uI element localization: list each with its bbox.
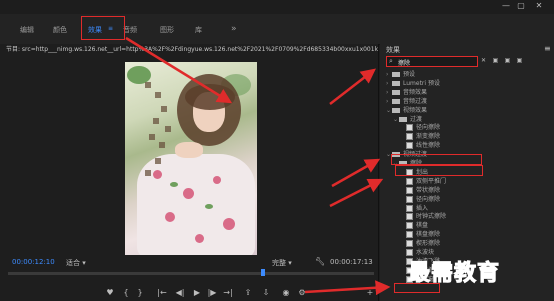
in-point-icon[interactable]: {: [120, 288, 132, 297]
clear-search-icon[interactable]: ✕: [479, 57, 488, 65]
chevron-down-icon: ▾: [288, 259, 292, 267]
video-transitions-highlight: [391, 154, 482, 165]
playback-resolution-select[interactable]: 完整 ▾: [272, 258, 312, 268]
effects-search-value[interactable]: 擦除: [398, 58, 410, 67]
wipe-folder-highlight: [395, 165, 483, 176]
effects-folder[interactable]: › Lumetri 预设: [380, 78, 554, 87]
effects-item[interactable]: 时钟式擦除: [380, 211, 554, 221]
dress-flower: [153, 170, 162, 179]
minimize-button[interactable]: —: [498, 0, 514, 12]
dress-flower: [183, 188, 194, 199]
zoom-fit-select[interactable]: 适合 ▾: [66, 258, 104, 268]
effects-folder[interactable]: › 音频效果: [380, 87, 554, 96]
play-icon[interactable]: ▶: [191, 288, 203, 297]
chevron-down-icon: ▾: [82, 259, 86, 267]
go-to-out-icon[interactable]: →|: [222, 288, 234, 297]
effects-panel-title: 效果: [386, 46, 400, 54]
minimize-icon: —: [502, 1, 510, 10]
wipe-block: [155, 158, 161, 164]
effects-item[interactable]: 棋盘: [380, 220, 554, 230]
folder-icon: [392, 89, 400, 95]
go-to-in-icon[interactable]: |←: [156, 288, 168, 297]
yuv-effects-icon[interactable]: ▣: [515, 57, 524, 65]
wipe-block: [145, 82, 151, 88]
current-timecode[interactable]: 00:00:12:10: [12, 258, 55, 266]
more-workspaces-icon[interactable]: »: [231, 24, 237, 34]
timeline-scrub-bar[interactable]: [8, 272, 374, 275]
title-bar: [0, 0, 554, 12]
extract-icon[interactable]: ⇩: [260, 288, 272, 297]
wipe-block: [153, 118, 159, 124]
folder-icon: [392, 98, 400, 104]
maximize-icon: ▢: [517, 1, 525, 10]
step-forward-icon[interactable]: |▶: [206, 288, 218, 297]
dress-flower: [165, 212, 175, 222]
effects-item[interactable]: 径向擦除: [380, 194, 554, 203]
wipe-block: [149, 134, 155, 140]
wipe-block: [161, 106, 167, 112]
marker-icon[interactable]: ♥: [104, 288, 116, 297]
wipe-block: [165, 126, 171, 132]
lift-icon[interactable]: ⇪: [242, 288, 254, 297]
folder-icon: [392, 80, 400, 86]
folder-icon: [392, 72, 400, 77]
wipe-block: [155, 92, 161, 98]
export-frame-icon[interactable]: ◉: [280, 288, 292, 297]
tab-edit[interactable]: 编辑: [20, 25, 34, 35]
settings-icon[interactable]: ⚙: [296, 288, 308, 297]
arm: [175, 142, 203, 158]
tab-effects-highlight: [81, 16, 125, 40]
duration-timecode: 00:00:17:13: [330, 258, 373, 266]
effects-folder[interactable]: ⌄ 视频效果: [380, 105, 554, 114]
wipe-block: [159, 142, 165, 148]
32bit-effects-icon[interactable]: ▣: [503, 57, 512, 65]
close-button[interactable]: ✕: [531, 0, 547, 12]
effects-folder[interactable]: › 预设: [380, 69, 554, 78]
tab-libraries[interactable]: 库: [195, 25, 202, 35]
hair-top: [185, 84, 235, 110]
watermark: 最需教育: [407, 260, 501, 287]
program-source-label: 节目: src=http___nimg.ws.126.net__url=http…: [6, 46, 378, 53]
dress-flower: [195, 234, 204, 243]
effects-item[interactable]: 棋盘擦除: [380, 229, 554, 239]
panel-menu-icon[interactable]: ≡: [544, 44, 551, 53]
effects-item[interactable]: 线性擦除: [380, 140, 554, 150]
tab-graphics[interactable]: 图形: [160, 25, 174, 35]
effects-item[interactable]: 双侧平推门: [380, 176, 554, 185]
dress-flower: [213, 176, 221, 184]
effects-folder[interactable]: ⌄ 过渡: [380, 114, 554, 123]
folder-icon: [399, 116, 407, 122]
effects-item[interactable]: 径向擦除: [380, 122, 554, 132]
playhead[interactable]: [260, 269, 265, 276]
dress-flower: [223, 218, 235, 230]
tab-color[interactable]: 颜色: [53, 25, 67, 35]
effects-item[interactable]: 带状擦除: [380, 185, 554, 194]
wipe-block: [145, 170, 151, 176]
add-button-icon[interactable]: +: [364, 288, 376, 297]
tab-audio[interactable]: 音频: [123, 25, 137, 35]
effects-item[interactable]: 插入: [380, 203, 554, 212]
dress-leaf: [205, 204, 213, 209]
maximize-button[interactable]: ▢: [513, 0, 529, 12]
close-icon: ✕: [535, 1, 543, 10]
accelerated-effects-icon[interactable]: ▣: [491, 57, 500, 65]
step-back-icon[interactable]: ◀|: [174, 288, 186, 297]
wrench-icon[interactable]: 🔧︎: [315, 257, 325, 266]
effects-folder[interactable]: › 音频过渡: [380, 96, 554, 105]
folder-icon: [392, 107, 400, 113]
effects-item[interactable]: 楔形擦除: [380, 238, 554, 248]
effects-item[interactable]: 渐变擦除: [380, 131, 554, 141]
search-icon: ⌕: [389, 57, 393, 65]
dress-leaf: [170, 182, 178, 187]
video-preview[interactable]: [125, 62, 257, 255]
out-point-icon[interactable]: }: [134, 288, 146, 297]
